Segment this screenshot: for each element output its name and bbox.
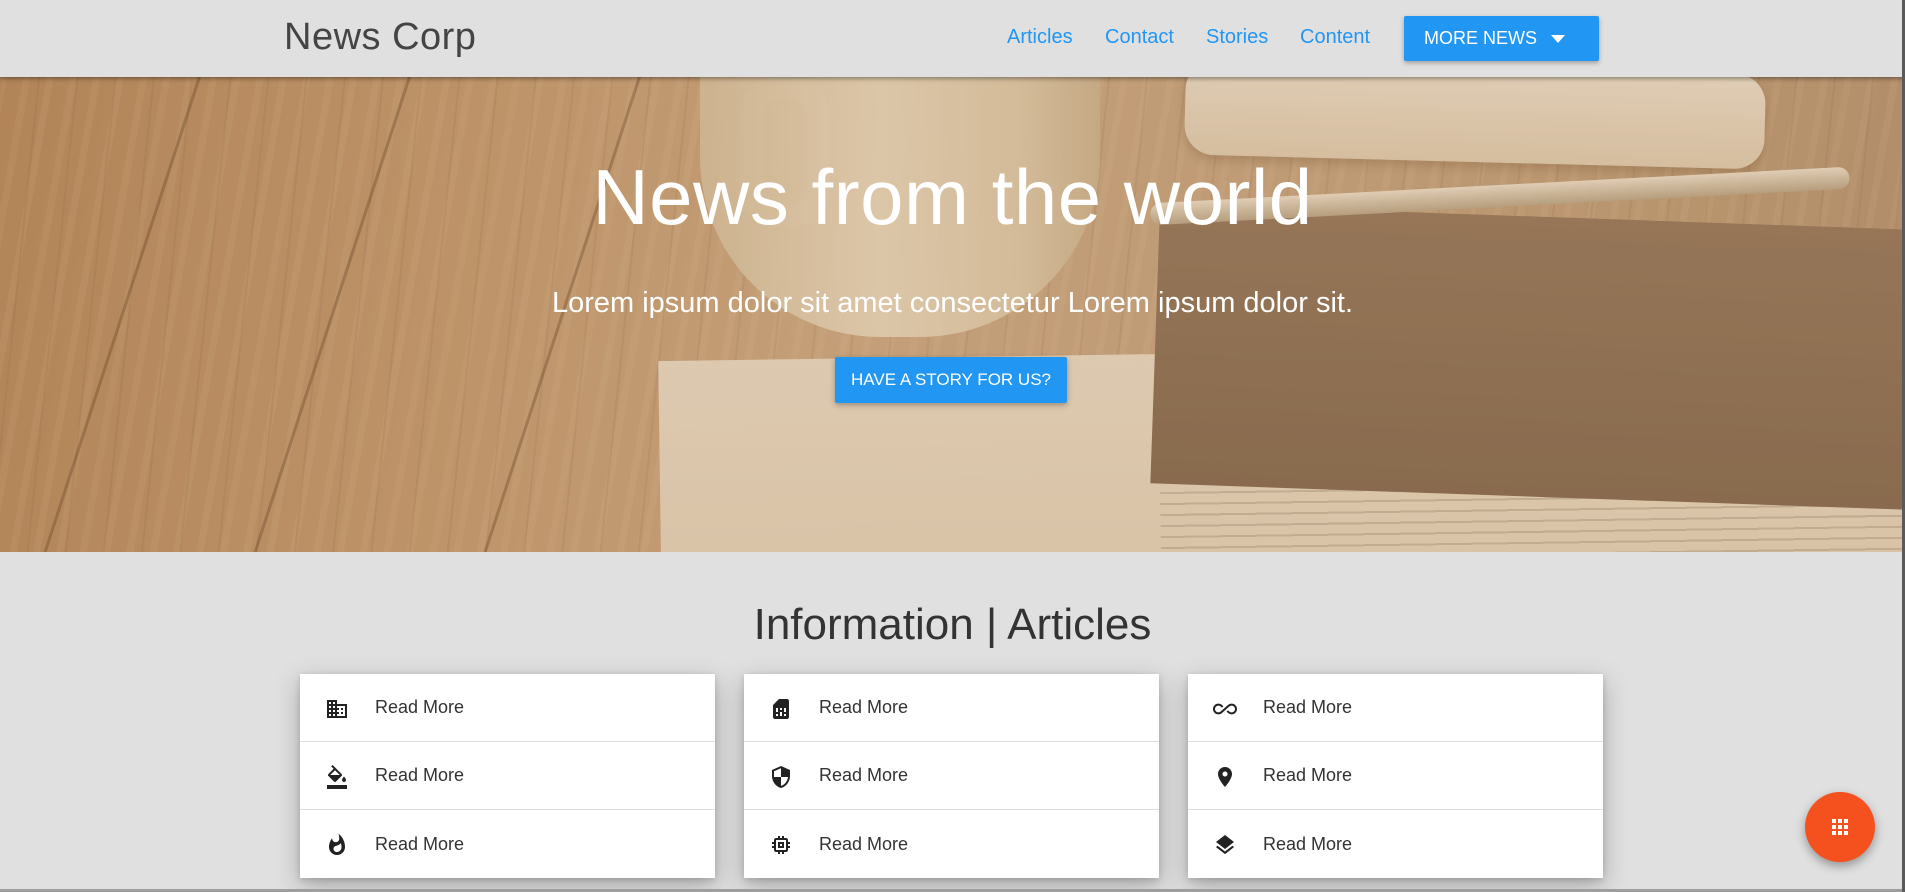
read-more-link[interactable]: Read More — [375, 697, 464, 718]
list-item[interactable]: Read More — [300, 674, 715, 742]
location-pin-icon — [1218, 767, 1232, 787]
more-news-dropdown-button[interactable]: MORE NEWS — [1404, 16, 1599, 61]
list-item[interactable]: Read More — [300, 742, 715, 810]
section-title: Information | Articles — [753, 600, 1152, 649]
article-card: Read More Read More Read More — [300, 674, 715, 878]
read-more-link[interactable]: Read More — [819, 697, 908, 718]
article-card: Read More Read More Read More — [744, 674, 1159, 878]
read-more-link[interactable]: Read More — [819, 765, 908, 786]
read-more-link[interactable]: Read More — [375, 765, 464, 786]
nav-link-contact[interactable]: Contact — [1105, 26, 1174, 49]
read-more-link[interactable]: Read More — [375, 834, 464, 855]
infinity-icon — [1213, 703, 1237, 715]
apps-grid-icon — [1832, 819, 1848, 835]
hero-banner: News from the world Lorem ipsum dolor si… — [0, 77, 1905, 552]
flame-icon — [329, 833, 345, 855]
read-more-link[interactable]: Read More — [819, 834, 908, 855]
read-more-link[interactable]: Read More — [1263, 765, 1352, 786]
list-item[interactable]: Read More — [1188, 810, 1603, 878]
chip-icon — [772, 836, 790, 854]
list-item[interactable]: Read More — [300, 810, 715, 878]
list-item[interactable]: Read More — [744, 742, 1159, 810]
hero-title: News from the world — [592, 153, 1313, 241]
top-app-bar: News Corp Articles Contact Stories Conte… — [0, 0, 1905, 77]
have-a-story-button[interactable]: HAVE A STORY FOR US? — [835, 357, 1067, 403]
nav-link-content[interactable]: Content — [1300, 26, 1370, 49]
list-item[interactable]: Read More — [744, 810, 1159, 878]
list-item[interactable]: Read More — [1188, 674, 1603, 742]
nav-link-articles[interactable]: Articles — [1007, 26, 1073, 49]
list-item[interactable]: Read More — [1188, 742, 1603, 810]
read-more-link[interactable]: Read More — [1263, 834, 1352, 855]
hero-subtitle: Lorem ipsum dolor sit amet consectetur L… — [551, 287, 1354, 319]
caret-down-icon — [1551, 35, 1565, 43]
brand-logo[interactable]: News Corp — [284, 16, 476, 59]
article-card: Read More Read More Read More — [1188, 674, 1603, 878]
nav-link-stories[interactable]: Stories — [1206, 26, 1268, 49]
list-item[interactable]: Read More — [744, 674, 1159, 742]
apps-fab-button[interactable] — [1805, 792, 1875, 862]
read-more-link[interactable]: Read More — [1263, 697, 1352, 718]
paint-bucket-icon — [327, 765, 347, 789]
more-news-label: MORE NEWS — [1424, 28, 1538, 48]
shield-icon — [772, 766, 790, 788]
building-icon — [327, 700, 347, 718]
layers-icon — [1216, 835, 1234, 855]
sim-card-icon — [773, 699, 789, 719]
